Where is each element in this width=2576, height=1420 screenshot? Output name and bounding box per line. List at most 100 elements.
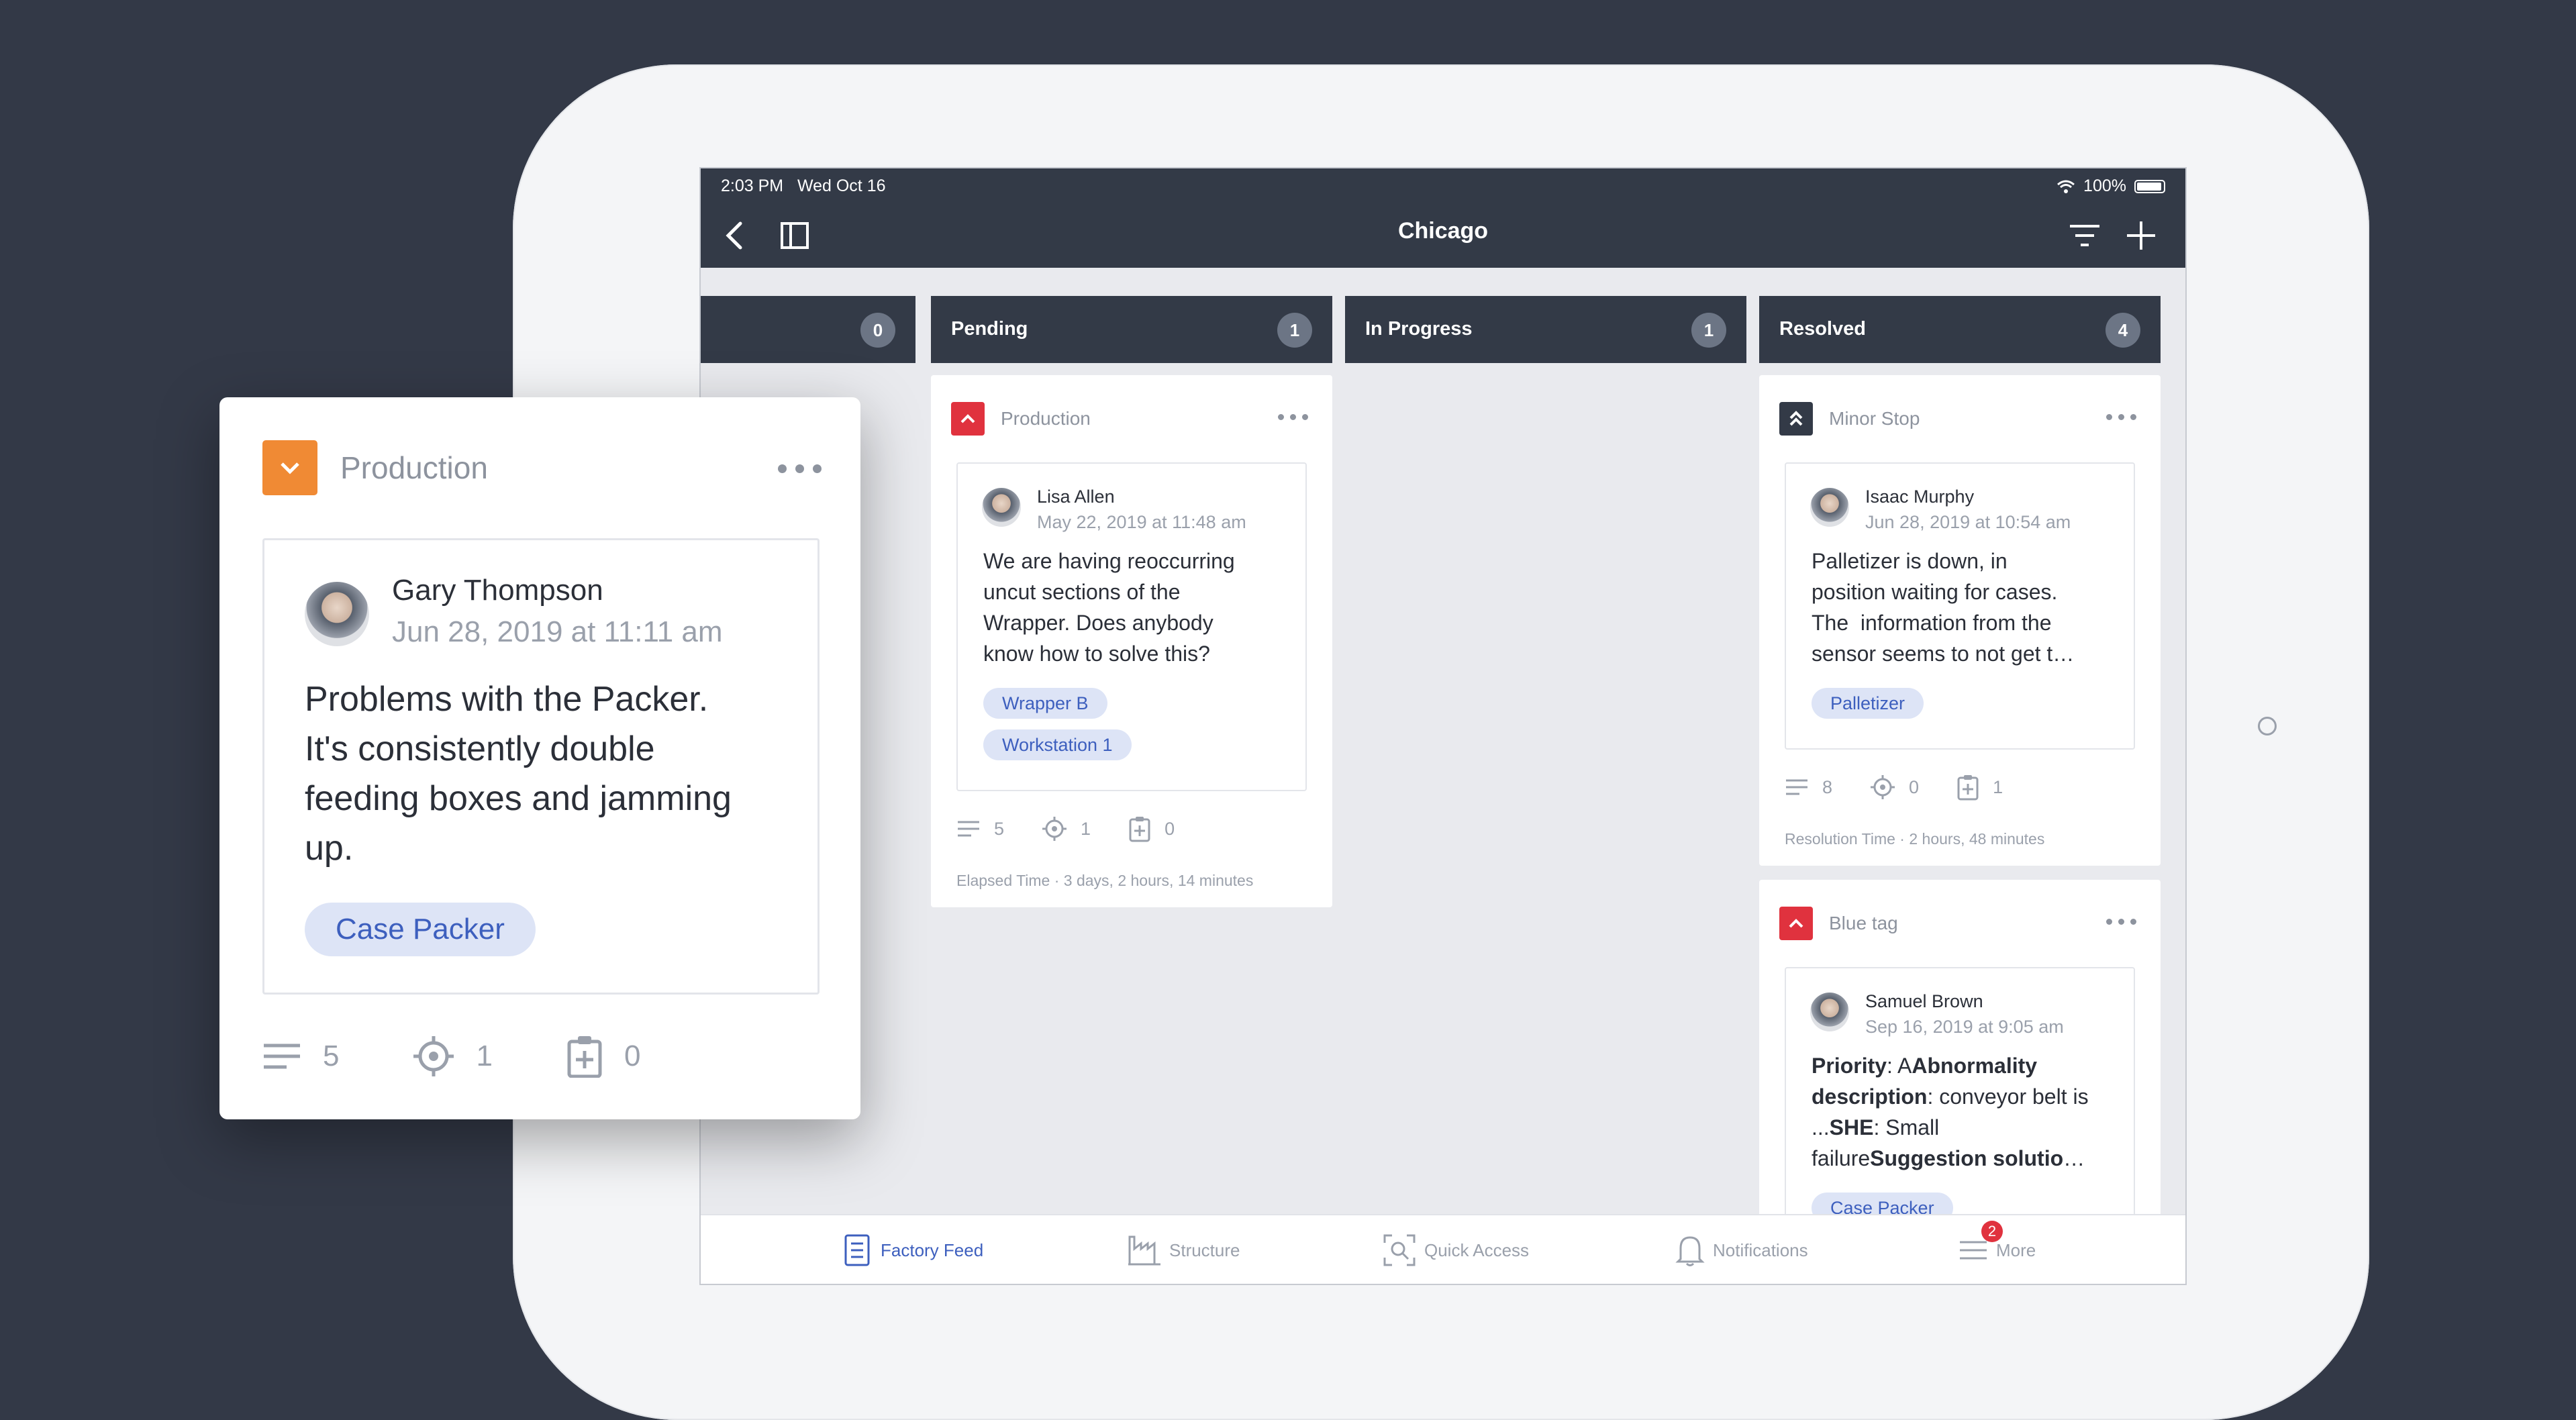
- card-stats: 5 1 0: [956, 815, 1212, 842]
- tab-label: Notifications: [1713, 1239, 1808, 1260]
- avatar: [1810, 488, 1849, 527]
- column-count: 1: [1277, 313, 1312, 348]
- bold-text: Priority: [1812, 1054, 1887, 1078]
- post-line: We are having reoccurring: [983, 549, 1235, 573]
- card-header: Production: [951, 402, 1091, 436]
- post-line: position waiting for cases.: [1812, 580, 2058, 604]
- tab-label: Quick Access: [1424, 1239, 1530, 1260]
- status-indicators: 100%: [2057, 176, 2165, 196]
- post-box[interactable]: Isaac Murphy Jun 28, 2019 at 10:54 am Pa…: [1785, 462, 2135, 750]
- column-header-resolved[interactable]: Resolved 4: [1759, 296, 2161, 363]
- comments-stat[interactable]: 5: [956, 819, 1004, 840]
- card-header: Minor Stop: [1779, 402, 1920, 436]
- post-body: We are having reoccurring uncut sections…: [983, 546, 1235, 669]
- page-title: Chicago: [1397, 218, 1489, 244]
- clipboard-plus-icon: [567, 1036, 602, 1078]
- post-line: feeding boxes and jamming: [305, 779, 732, 818]
- more-options-icon[interactable]: [778, 464, 822, 473]
- tab-quick-access[interactable]: Quick Access: [1383, 1215, 1530, 1284]
- bold-text: description: [1812, 1084, 1928, 1109]
- card-category: Production: [1001, 408, 1091, 429]
- tab-factory-feed[interactable]: Factory Feed: [842, 1215, 984, 1284]
- resolution-time: Resolution Time · 2 hours, 48 minutes: [1785, 830, 2045, 848]
- target-icon: [413, 1036, 454, 1076]
- comments-stat[interactable]: 8: [1785, 777, 1832, 798]
- tasks-stat[interactable]: 0: [1128, 815, 1175, 842]
- tab-label: More: [1996, 1239, 2036, 1260]
- text: : conveyor belt is: [1927, 1084, 2089, 1109]
- post-box[interactable]: Gary Thompson Jun 28, 2019 at 11:11 am P…: [262, 538, 820, 995]
- wifi-icon: [2057, 180, 2075, 193]
- more-options-icon[interactable]: [1278, 414, 1308, 420]
- post-line: know how to solve this?: [983, 642, 1210, 666]
- issue-card-resolved[interactable]: Minor Stop Isaac Murphy Jun 28, 2019 at …: [1759, 375, 2161, 866]
- post-box[interactable]: Lisa Allen May 22, 2019 at 11:48 am We a…: [956, 462, 1307, 791]
- card-category: Blue tag: [1829, 913, 1898, 933]
- comments-icon: [264, 1044, 300, 1069]
- tag-chip[interactable]: Case Packer: [305, 903, 536, 956]
- text: failure: [1812, 1146, 1871, 1170]
- comments-icon: [958, 821, 979, 837]
- post-author: Gary Thompson: [392, 574, 603, 607]
- tag-chip[interactable]: Wrapper B: [983, 688, 1107, 719]
- tasks-stat[interactable]: 0: [566, 1035, 640, 1078]
- document-icon: [844, 1234, 870, 1266]
- column-header-pending[interactable]: Pending 1: [931, 296, 1332, 363]
- post-date: Jun 28, 2019 at 11:11 am: [392, 615, 723, 648]
- post-line: Priority: AAbnormality: [1812, 1050, 2089, 1081]
- more-options-icon[interactable]: [2106, 414, 2136, 420]
- post-date: Sep 16, 2019 at 9:05 am: [1865, 1017, 2064, 1037]
- post-box[interactable]: Samuel Brown Sep 16, 2019 at 9:05 am Pri…: [1785, 967, 2135, 1256]
- status-time: 2:03 PM Wed Oct 16: [721, 176, 886, 196]
- menu-icon: [1960, 1241, 1987, 1260]
- notification-badge: 2: [1981, 1221, 2003, 1242]
- featured-issue-card[interactable]: Production Gary Thompson Jun 28, 2019 at…: [219, 397, 860, 1119]
- card-stats: 5 1 0: [262, 1035, 678, 1078]
- tab-more[interactable]: 2 More: [1959, 1215, 2036, 1284]
- targets-stat[interactable]: 1: [1042, 816, 1091, 842]
- column-count: 1: [1691, 313, 1726, 348]
- column-count: 0: [860, 313, 895, 348]
- card-stats: 8 0 1: [1785, 774, 2040, 801]
- more-options-icon[interactable]: [2106, 919, 2136, 925]
- post-line: Palletizer is down, in: [1812, 549, 2008, 573]
- issue-card-pending[interactable]: Production Lisa Allen May 22, 2019 at 11…: [931, 375, 1332, 907]
- comments-count: 8: [1822, 776, 1833, 797]
- tag-chip[interactable]: Workstation 1: [983, 729, 1132, 760]
- targets-stat[interactable]: 0: [1870, 774, 1919, 800]
- targets-stat[interactable]: 1: [413, 1035, 493, 1077]
- add-button[interactable]: [2121, 217, 2161, 254]
- tab-notifications[interactable]: Notifications: [1675, 1215, 1808, 1284]
- post-line: Wrapper. Does anybody: [983, 611, 1213, 635]
- card-header: Blue tag: [1779, 907, 1898, 940]
- targets-count: 0: [1909, 776, 1920, 797]
- camera-dot: [2258, 717, 2277, 736]
- filter-button[interactable]: [2065, 217, 2105, 254]
- tab-structure[interactable]: Structure: [1128, 1215, 1240, 1284]
- targets-count: 1: [1081, 818, 1091, 839]
- top-bar: 2:03 PM Wed Oct 16 100% Chicago: [701, 168, 2185, 268]
- post-author: Samuel Brown: [1865, 991, 1983, 1011]
- clipboard-plus-icon: [1129, 817, 1150, 842]
- priority-up-icon: [1779, 907, 1813, 940]
- post-body: Problems with the Packer. It's consisten…: [305, 674, 732, 873]
- target-icon: [1042, 817, 1067, 841]
- priority-down-icon: [262, 440, 317, 495]
- post-line: failureSuggestion solutio…: [1812, 1143, 2089, 1174]
- tasks-stat[interactable]: 1: [1956, 774, 2003, 801]
- comments-count: 5: [323, 1039, 340, 1072]
- column-header-first[interactable]: 0: [701, 296, 915, 363]
- text: ...: [1812, 1115, 1830, 1139]
- tag-chip[interactable]: Palletizer: [1812, 688, 1924, 719]
- comments-stat[interactable]: 5: [262, 1039, 339, 1073]
- card-category: Minor Stop: [1829, 408, 1920, 429]
- column-header-in-progress[interactable]: In Progress 1: [1345, 296, 1746, 363]
- priority-double-up-icon: [1779, 402, 1813, 436]
- post-line: The information from the: [1812, 611, 2052, 635]
- tab-label: Structure: [1169, 1239, 1240, 1260]
- column-label: Resolved: [1779, 318, 1866, 340]
- issue-card-resolved[interactable]: Blue tag Samuel Brown Sep 16, 2019 at 9:…: [1759, 880, 2161, 1256]
- bold-text: Abnormality: [1912, 1054, 2038, 1078]
- tab-label: Factory Feed: [881, 1239, 984, 1260]
- column-count: 4: [2106, 313, 2140, 348]
